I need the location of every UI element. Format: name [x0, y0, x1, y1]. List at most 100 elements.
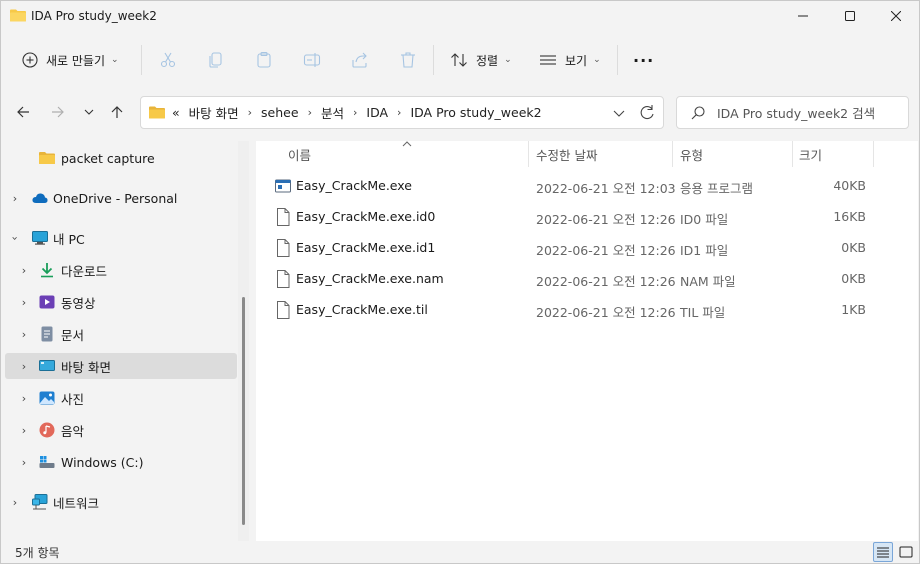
forward-button[interactable] [46, 99, 70, 125]
table-row[interactable]: Easy_CrackMe.exe.id0 2022-06-21 오전 12:26… [256, 202, 918, 233]
column-header-size[interactable]: 크기 [799, 141, 822, 167]
chevron-right-icon[interactable]: › [18, 392, 30, 405]
column-divider[interactable] [528, 141, 529, 167]
chevron-right-icon[interactable]: › [353, 106, 357, 119]
sort-ascending-icon [402, 141, 412, 147]
file-date: 2022-06-21 오전 12:03 [536, 181, 676, 196]
breadcrumb-item[interactable]: IDA Pro study_week2 [410, 105, 541, 120]
tiles-view-button[interactable] [896, 542, 916, 562]
chevron-right-icon[interactable]: › [18, 264, 30, 277]
chevron-right-icon[interactable]: › [9, 192, 21, 205]
breadcrumb-item[interactable]: 분석 [321, 103, 344, 122]
sidebar-item-desktop[interactable]: › 바탕 화면 [5, 353, 237, 379]
sort-button[interactable]: 정렬 ⌄ [450, 47, 512, 73]
table-row[interactable]: Easy_CrackMe.exe.nam 2022-06-21 오전 12:26… [256, 264, 918, 295]
sidebar-item-packet-capture[interactable]: packet capture [5, 145, 237, 171]
breadcrumb-overflow[interactable]: « [172, 105, 180, 120]
sidebar-scrollbar-thumb[interactable] [242, 297, 245, 525]
chevron-right-icon[interactable]: › [9, 496, 21, 509]
copy-button[interactable] [207, 47, 225, 73]
minimize-button[interactable] [780, 1, 826, 31]
chevron-right-icon[interactable]: › [18, 424, 30, 437]
drive-icon [39, 456, 55, 468]
chevron-right-icon[interactable]: › [18, 296, 30, 309]
chevron-down-icon[interactable]: › [9, 232, 22, 244]
column-divider[interactable] [792, 141, 793, 167]
list-view-icon [540, 55, 556, 65]
file-size: 0KB [841, 271, 866, 286]
pc-icon [32, 231, 48, 245]
new-button[interactable]: 새로 만들기 ⌄ [22, 47, 119, 73]
more-icon: ··· [633, 50, 655, 70]
back-button[interactable] [11, 99, 35, 125]
sidebar-item-pictures[interactable]: › 사진 [5, 385, 237, 411]
sidebar-item-this-pc[interactable]: › 내 PC [5, 225, 237, 251]
chevron-down-icon: ⌄ [111, 55, 119, 65]
column-header-type[interactable]: 유형 [680, 141, 703, 167]
column-header-name[interactable]: 이름 [288, 141, 311, 167]
sidebar-item-label: 동영상 [61, 295, 96, 311]
sidebar-item-label: packet capture [61, 150, 155, 166]
search-input[interactable]: IDA Pro study_week2 검색 [717, 103, 875, 122]
refresh-icon[interactable] [639, 103, 655, 123]
column-label: 크기 [799, 147, 823, 163]
file-name: Easy_CrackMe.exe [296, 178, 412, 193]
details-view-icon [877, 547, 889, 558]
video-icon [39, 295, 55, 309]
column-header-date[interactable]: 수정한 날짜 [536, 141, 597, 167]
breadcrumb-item[interactable]: sehee [261, 105, 299, 120]
share-icon [352, 52, 367, 68]
chevron-down-icon[interactable] [613, 103, 625, 123]
sidebar-item-documents[interactable]: › 문서 [5, 321, 237, 347]
search-box[interactable]: IDA Pro study_week2 검색 [676, 96, 909, 129]
column-divider[interactable] [873, 141, 874, 167]
file-icon [277, 239, 290, 257]
toolbar-divider [433, 45, 434, 75]
sidebar-item-music[interactable]: › 음악 [5, 417, 237, 443]
recent-locations-button[interactable] [77, 99, 101, 125]
maximize-icon [845, 11, 855, 21]
breadcrumb-item[interactable]: IDA [366, 105, 388, 120]
maximize-button[interactable] [827, 1, 873, 31]
table-row[interactable]: Easy_CrackMe.exe 2022-06-21 오전 12:03 응용 … [256, 171, 918, 202]
more-options-button[interactable]: ··· [633, 47, 654, 73]
trash-icon [401, 52, 415, 68]
chevron-right-icon[interactable]: › [248, 106, 252, 119]
file-date: 2022-06-21 오전 12:26 [536, 305, 676, 320]
sidebar-item-downloads[interactable]: › 다운로드 [5, 257, 237, 283]
music-icon [39, 422, 55, 438]
delete-button[interactable] [399, 47, 417, 73]
column-divider[interactable] [672, 141, 673, 167]
arrow-up-icon [111, 106, 123, 118]
details-view-button[interactable] [873, 542, 893, 562]
file-type: NAM 파일 [680, 274, 736, 289]
chevron-down-icon [84, 109, 94, 115]
sidebar-item-label: OneDrive - Personal [53, 190, 178, 206]
sort-icon [451, 53, 467, 67]
view-button[interactable]: 보기 ⌄ [539, 47, 601, 73]
share-button[interactable] [351, 47, 369, 73]
paste-button[interactable] [255, 47, 273, 73]
arrow-left-icon [17, 106, 29, 118]
chevron-right-icon[interactable]: › [18, 328, 30, 341]
file-date: 2022-06-21 오전 12:26 [536, 212, 676, 227]
chevron-right-icon[interactable]: › [18, 360, 30, 373]
chevron-right-icon[interactable]: › [308, 106, 312, 119]
file-explorer-window: IDA Pro study_week2 새로 만들기 ⌄ 정렬 ⌄ 보기 ⌄ ·… [0, 0, 920, 564]
rename-button[interactable] [303, 47, 321, 73]
cut-button[interactable] [159, 47, 177, 73]
table-row[interactable]: Easy_CrackMe.exe.id1 2022-06-21 오전 12:26… [256, 233, 918, 264]
file-name: Easy_CrackMe.exe.nam [296, 271, 444, 286]
chevron-right-icon[interactable]: › [397, 106, 401, 119]
sidebar-item-windows-c[interactable]: › Windows (C:) [5, 449, 237, 475]
sidebar-item-videos[interactable]: › 동영상 [5, 289, 237, 315]
sidebar-item-network[interactable]: › 네트워크 [5, 489, 237, 515]
chevron-right-icon[interactable]: › [18, 456, 30, 469]
breadcrumb-item[interactable]: 바탕 화면 [189, 103, 239, 122]
table-row[interactable]: Easy_CrackMe.exe.til 2022-06-21 오전 12:26… [256, 295, 918, 326]
close-button[interactable] [873, 1, 919, 31]
sidebar-item-onedrive[interactable]: › OneDrive - Personal [5, 185, 237, 211]
up-button[interactable] [105, 99, 129, 125]
sidebar-item-label: 내 PC [53, 231, 85, 247]
address-bar[interactable]: « 바탕 화면 › sehee › 분석 › IDA › IDA Pro stu… [140, 96, 664, 129]
